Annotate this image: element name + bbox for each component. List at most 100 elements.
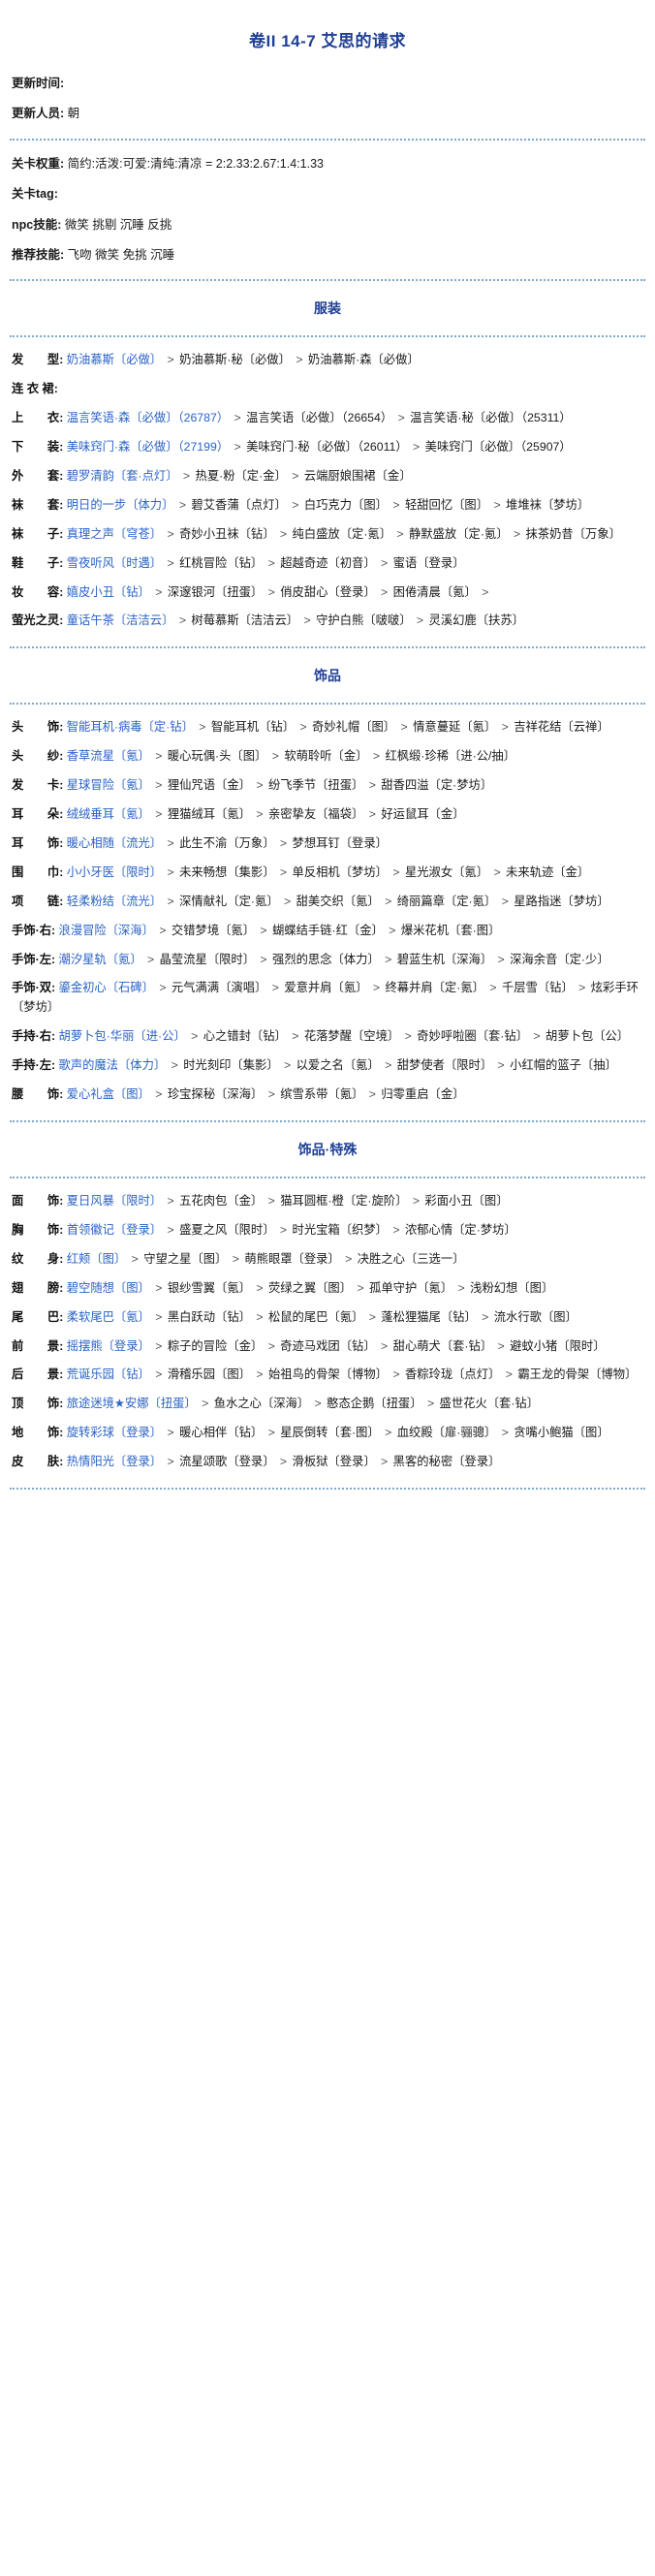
- item-row: 手饰·左: 潮汐星轨〔氪〕 > 晶莹流星〔限时〕 > 强烈的思念〔体力〕 > 碧…: [10, 946, 645, 975]
- item-row: 发 卡: 星球冒险〔氪〕 > 狸仙咒语〔金〕 > 纷飞季节〔扭蛋〕 > 甜香四溢…: [10, 771, 645, 801]
- item-separator: >: [168, 1058, 182, 1073]
- item-primary: 绒绒垂耳〔氪〕: [66, 807, 150, 822]
- row-label: 手饰·双:: [12, 981, 56, 995]
- row-label: 地 饰:: [12, 1426, 64, 1440]
- item-separator: >: [252, 1309, 266, 1324]
- row-label: 鞋 子:: [12, 555, 64, 570]
- item-separator: >: [268, 749, 283, 764]
- meta-label: 推荐技能:: [12, 247, 65, 262]
- item-primary: 歌声的魔法〔体力〕: [58, 1058, 167, 1073]
- item-separator: >: [151, 1367, 166, 1382]
- item-alternative: 血绞殿〔扉·骊骢〕: [396, 1426, 497, 1440]
- item-alternative: 猫耳圆框·橙〔定·旋阶〕: [280, 1194, 408, 1208]
- divider: [10, 703, 645, 706]
- item-alternative: 千层雪〔钻〕: [501, 981, 574, 995]
- row-label: 面 饰:: [12, 1194, 64, 1208]
- item-row: 妆 容: 嬉皮小丑〔钻〕 > 深邃银河〔扭蛋〕 > 俏皮甜心〔登录〕 > 困倦清…: [10, 579, 645, 608]
- item-separator: >: [530, 1029, 545, 1044]
- item-alternative: 鱼水之心〔深海〕: [213, 1397, 310, 1411]
- item-separator: >: [311, 1397, 326, 1411]
- item-row: 耳 饰: 暖心相随〔流光〕 > 此生不渝〔万象〕 > 梦想耳钉〔登录〕: [10, 830, 645, 859]
- item-row: 后 景: 荒诞乐园〔钻〕 > 滑稽乐园〔图〕 > 始祖鸟的骨架〔博物〕 > 香粽…: [10, 1361, 645, 1390]
- item-row: 围 巾: 小小牙医〔限时〕 > 未来畅想〔集影〕 > 单反相机〔梦坊〕 > 星光…: [10, 859, 645, 888]
- item-alternative: 甜美交织〔氪〕: [296, 894, 380, 908]
- item-alternative: 滑板狱〔登录〕: [292, 1455, 376, 1469]
- row-label: 后 景:: [12, 1367, 64, 1382]
- row-label: 萤光之灵:: [12, 613, 64, 628]
- item-separator: >: [494, 1338, 509, 1353]
- item-separator: >: [280, 894, 295, 908]
- item-separator: >: [409, 439, 423, 454]
- item-alternative: 奶油慕斯·秘〔必做〕: [179, 353, 291, 367]
- divider: [10, 279, 645, 282]
- item-separator: >: [494, 952, 509, 966]
- item-alternative: 情意蔓延〔氪〕: [413, 720, 497, 735]
- row-label: 手饰·左:: [12, 952, 56, 966]
- item-row: 顶 饰: 旅途迷境★安娜〔扭蛋〕 > 鱼水之心〔深海〕 > 憨态企鹅〔扭蛋〕 >…: [10, 1390, 645, 1419]
- item-alternative: 深邃银河〔扭蛋〕: [167, 584, 264, 599]
- divider: [10, 1177, 645, 1178]
- item-alternative: 以爱之名〔氪〕: [296, 1058, 380, 1073]
- item-alternative: 晶莹流星〔限时〕: [159, 952, 256, 966]
- item-separator: >: [454, 1280, 469, 1295]
- item-alternative: 五花肉包〔金〕: [179, 1194, 264, 1208]
- item-separator: >: [276, 1455, 291, 1469]
- item-alternative: 决胜之心〔三选一〕: [357, 1251, 465, 1266]
- item-alternative: 黑白跃动〔钻〕: [167, 1309, 251, 1324]
- item-separator: >: [231, 439, 245, 454]
- item-row: 手持·左: 歌声的魔法〔体力〕 > 时光刻印〔集影〕 > 以爱之名〔氪〕 > 甜…: [10, 1052, 645, 1081]
- item-primary: 小小牙医〔限时〕: [66, 864, 163, 879]
- item-alternative: 困倦清晨〔氪〕: [392, 584, 477, 599]
- item-alternative: 奇迹马戏团〔钻〕: [280, 1338, 376, 1353]
- item-alternative: 蓬松狸猫尾〔钻〕: [381, 1309, 477, 1324]
- item-separator: >: [389, 1222, 403, 1237]
- item-separator: >: [151, 1087, 166, 1102]
- row-label: 手饰·右:: [12, 923, 56, 937]
- item-primary: 真理之声〔穹苍〕: [66, 526, 163, 541]
- item-alternative: 浓郁心情〔定·梦坊〕: [404, 1222, 516, 1237]
- meta-line: 推荐技能: 飞吻 微笑 免挑 沉睡: [10, 240, 645, 270]
- item-alternative: 时光刻印〔集影〕: [183, 1058, 279, 1073]
- divider: [10, 1488, 645, 1491]
- item-alternative: 胡萝卜包〔公〕: [546, 1029, 630, 1044]
- item-separator: >: [276, 1222, 291, 1237]
- item-row: 发 型: 奶油慕斯〔必做〕 > 奶油慕斯·秘〔必做〕 > 奶油慕斯·森〔必做〕: [10, 346, 645, 375]
- meta-value: 简约:活泼:可爱:清纯:清凉 = 2:2.33:2.67:1.4:1.33: [64, 156, 324, 171]
- item-separator: >: [377, 1338, 391, 1353]
- item-alternative: 奇妙小丑袜〔钻〕: [179, 526, 275, 541]
- item-primary: 嬉皮小丑〔钻〕: [66, 584, 150, 599]
- item-separator: >: [478, 1309, 492, 1324]
- section-rows: 头 饰: 智能耳机·病毒〔定·钻〕 > 智能耳机〔钻〕 > 奇妙礼帽〔图〕 > …: [10, 713, 645, 1112]
- row-label: 手持·右:: [12, 1029, 56, 1044]
- item-alternative: 浅粉幻想〔图〕: [470, 1280, 554, 1295]
- meta-block-top: 更新时间: 更新人员: 朝: [10, 69, 645, 130]
- section-heading: 服装: [314, 300, 341, 317]
- divider: [10, 646, 645, 649]
- item-separator: >: [575, 981, 589, 995]
- item-primary: 摇摆熊〔登录〕: [66, 1338, 150, 1353]
- item-row: 鞋 子: 雪夜听风〔时遇〕 > 红桃冒险〔钻〕 > 超越奇迹〔初音〕 > 蜜语〔…: [10, 550, 645, 579]
- item-alternative: 未来轨迹〔金〕: [506, 864, 590, 879]
- item-alternative: 滑稽乐园〔图〕: [167, 1367, 251, 1382]
- item-alternative: 孤单守护〔氪〕: [369, 1280, 453, 1295]
- item-separator: >: [179, 468, 194, 483]
- item-separator: >: [164, 1194, 178, 1208]
- item-separator: >: [187, 1029, 202, 1044]
- item-separator: >: [369, 981, 384, 995]
- item-separator: >: [397, 720, 412, 735]
- item-separator: >: [276, 526, 291, 541]
- item-alternative: 奇妙礼帽〔图〕: [312, 720, 396, 735]
- item-separator: >: [231, 411, 245, 425]
- item-alternative: 交错梦境〔氪〕: [171, 923, 256, 937]
- item-alternative: 亲密挚友〔福袋〕: [267, 807, 364, 822]
- item-alternative: 花落梦醒〔空境〕: [303, 1029, 400, 1044]
- item-separator: >: [143, 952, 158, 966]
- item-separator: >: [377, 1455, 391, 1469]
- item-row: 胸 饰: 首领徽记〔登录〕 > 盛夏之风〔限时〕 > 时光宝箱〔织梦〕 > 浓郁…: [10, 1216, 645, 1245]
- item-separator: >: [423, 1397, 438, 1411]
- item-separator: >: [257, 952, 271, 966]
- divider: [10, 138, 645, 141]
- item-separator: >: [296, 720, 311, 735]
- item-separator: >: [394, 411, 409, 425]
- item-primary: 奶油慕斯〔必做〕: [66, 353, 163, 367]
